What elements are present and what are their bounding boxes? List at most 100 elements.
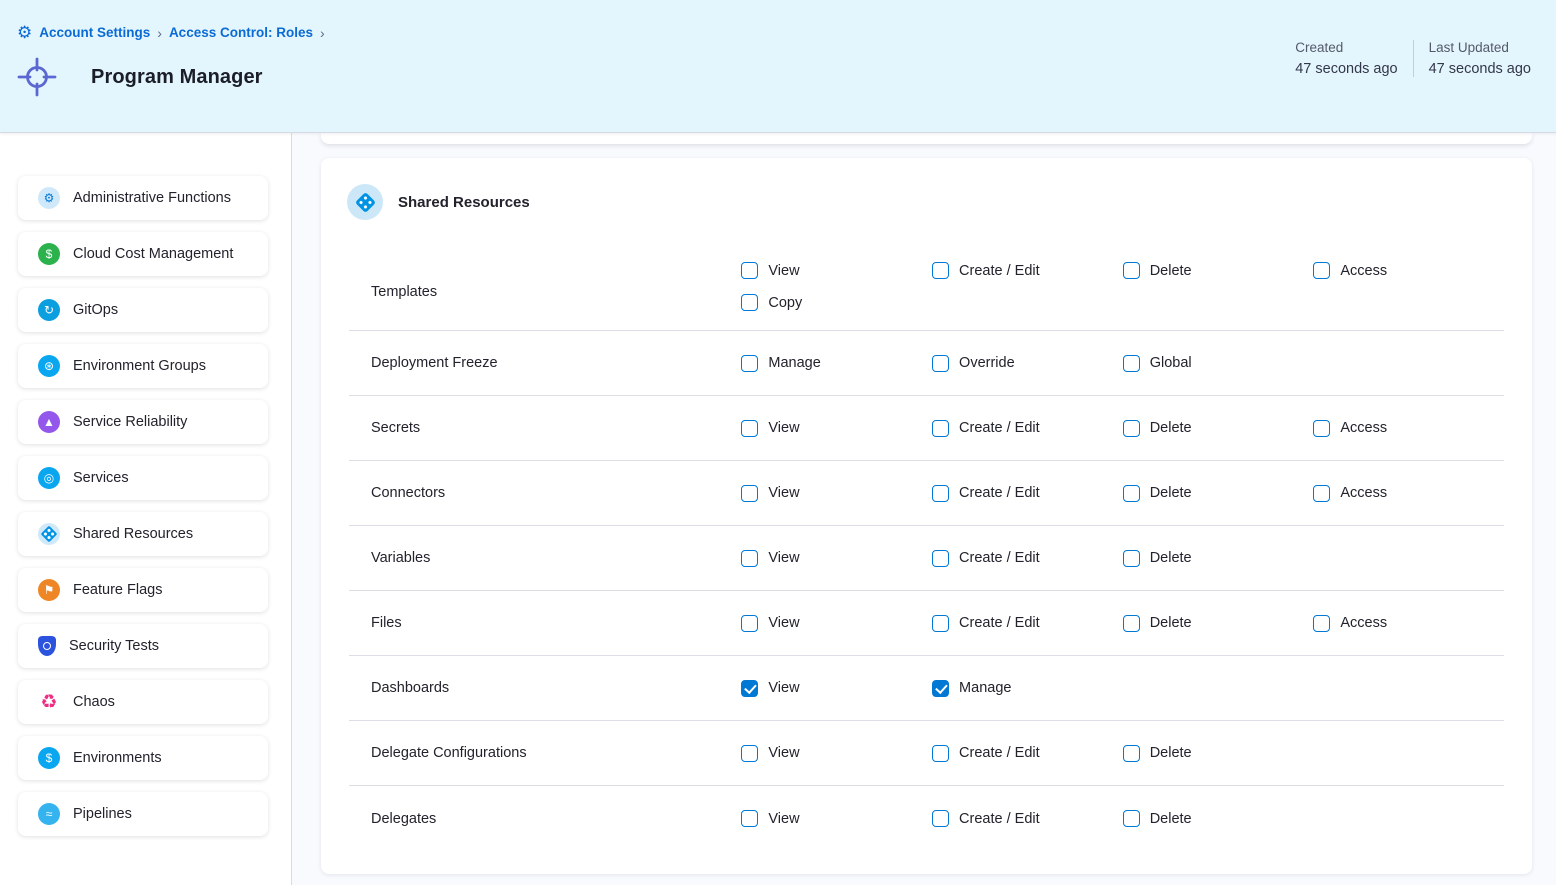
checkbox-templates-create-edit[interactable]: Create / Edit xyxy=(932,262,1040,279)
permission-row-variables: Variables View Create / Edit Delete xyxy=(349,526,1504,591)
checkbox-templates-copy[interactable]: Copy xyxy=(741,294,802,311)
checkbox-dashboards-view[interactable]: View xyxy=(741,680,799,697)
checkbox-icon[interactable] xyxy=(1123,745,1140,762)
checkbox-icon[interactable] xyxy=(1313,485,1330,502)
checkbox-icon[interactable] xyxy=(741,262,758,279)
page-title: Program Manager xyxy=(91,66,263,89)
sidebar-item-cloud-cost-management[interactable]: $ Cloud Cost Management xyxy=(18,232,268,276)
checkbox-icon[interactable] xyxy=(741,745,758,762)
permission-label: Access xyxy=(1340,420,1387,436)
checkbox-icon[interactable] xyxy=(1123,550,1140,567)
permission-cell: Delete xyxy=(1123,810,1314,827)
checkbox-icon[interactable] xyxy=(1123,615,1140,632)
permission-cell: View xyxy=(741,810,932,827)
sidebar-item-service-reliability[interactable]: ▲ Service Reliability xyxy=(18,400,268,444)
checkbox-deployment-freeze-global[interactable]: Global xyxy=(1123,355,1192,372)
checkbox-icon[interactable] xyxy=(741,550,758,567)
page-header: ⚙ Account Settings › Access Control: Rol… xyxy=(0,0,1556,133)
checkbox-icon[interactable] xyxy=(932,810,949,827)
checkbox-delegates-delete[interactable]: Delete xyxy=(1123,810,1192,827)
permission-cell: Override xyxy=(932,355,1123,372)
checkbox-icon[interactable] xyxy=(741,420,758,437)
checkbox-secrets-delete[interactable]: Delete xyxy=(1123,420,1192,437)
checkbox-deployment-freeze-override[interactable]: Override xyxy=(932,355,1015,372)
checkbox-icon[interactable] xyxy=(932,485,949,502)
checkbox-icon[interactable] xyxy=(932,262,949,279)
sidebar-item-environments[interactable]: $ Environments xyxy=(18,736,268,780)
sidebar-item-gitops[interactable]: ↻ GitOps xyxy=(18,288,268,332)
checkbox-connectors-access[interactable]: Access xyxy=(1313,485,1387,502)
checkbox-icon[interactable] xyxy=(1123,355,1140,372)
sidebar-item-feature-flags[interactable]: ⚑ Feature Flags xyxy=(18,568,268,612)
checkbox-connectors-create-edit[interactable]: Create / Edit xyxy=(932,485,1040,502)
checkbox-icon[interactable] xyxy=(1313,615,1330,632)
sidebar-item-environment-groups[interactable]: ⊛ Environment Groups xyxy=(18,344,268,388)
checkbox-connectors-delete[interactable]: Delete xyxy=(1123,485,1192,502)
permission-label: Access xyxy=(1340,615,1387,631)
checkbox-icon[interactable] xyxy=(741,294,758,311)
sidebar-item-label: Administrative Functions xyxy=(73,190,231,206)
checkbox-connectors-view[interactable]: View xyxy=(741,485,799,502)
checkbox-icon[interactable] xyxy=(932,355,949,372)
permission-cell: Delete xyxy=(1123,420,1314,437)
checkbox-dashboards-manage[interactable]: Manage xyxy=(932,680,1011,697)
checkbox-delegate-configurations-create-edit[interactable]: Create / Edit xyxy=(932,745,1040,762)
checkbox-delegate-configurations-view[interactable]: View xyxy=(741,745,799,762)
permission-label: Create / Edit xyxy=(959,615,1040,631)
sidebar-item-chaos[interactable]: ♻ Chaos xyxy=(18,680,268,724)
checkbox-deployment-freeze-manage[interactable]: Manage xyxy=(741,355,820,372)
checkbox-secrets-access[interactable]: Access xyxy=(1313,420,1387,437)
checkbox-templates-access[interactable]: Access xyxy=(1313,262,1387,279)
sidebar-item-security-tests[interactable]: Security Tests xyxy=(18,624,268,668)
sidebar-item-shared-resources[interactable]: Shared Resources xyxy=(18,512,268,556)
breadcrumb-access-control-roles[interactable]: Access Control: Roles xyxy=(169,25,313,40)
checkbox-icon[interactable] xyxy=(741,485,758,502)
checkbox-icon[interactable] xyxy=(1123,262,1140,279)
permission-row-deployment-freeze: Deployment Freeze Manage Override Global xyxy=(349,331,1504,396)
gitops-sync-icon: ↻ xyxy=(38,299,60,321)
checkbox-icon[interactable] xyxy=(1123,420,1140,437)
checkbox-icon[interactable] xyxy=(932,615,949,632)
checkbox-secrets-create-edit[interactable]: Create / Edit xyxy=(932,420,1040,437)
sidebar-item-services[interactable]: ◎ Services xyxy=(18,456,268,500)
checkbox-delegates-create-edit[interactable]: Create / Edit xyxy=(932,810,1040,827)
checkbox-files-create-edit[interactable]: Create / Edit xyxy=(932,615,1040,632)
checkbox-icon[interactable] xyxy=(1313,420,1330,437)
diamond-shape xyxy=(41,526,58,543)
breadcrumb-account-settings[interactable]: Account Settings xyxy=(39,25,150,40)
checkbox-files-access[interactable]: Access xyxy=(1313,615,1387,632)
checkbox-icon[interactable] xyxy=(741,680,758,697)
checkbox-secrets-view[interactable]: View xyxy=(741,420,799,437)
permission-label: View xyxy=(768,420,799,436)
checkbox-icon[interactable] xyxy=(1123,485,1140,502)
checkbox-templates-view[interactable]: View xyxy=(741,262,799,279)
checkbox-variables-delete[interactable]: Delete xyxy=(1123,550,1192,567)
checkbox-icon[interactable] xyxy=(741,615,758,632)
sidebar-item-administrative-functions[interactable]: ⚙ Administrative Functions xyxy=(18,176,268,220)
checkbox-delegates-view[interactable]: View xyxy=(741,810,799,827)
checkbox-icon[interactable] xyxy=(1123,810,1140,827)
shared-resources-card: Shared Resources Templates View Copy Cre… xyxy=(321,158,1532,874)
checkbox-icon[interactable] xyxy=(932,420,949,437)
checkbox-files-view[interactable]: View xyxy=(741,615,799,632)
checkbox-icon[interactable] xyxy=(932,680,949,697)
checkbox-variables-create-edit[interactable]: Create / Edit xyxy=(932,550,1040,567)
permission-label: Manage xyxy=(768,355,820,371)
checkbox-icon[interactable] xyxy=(741,355,758,372)
permission-label: Access xyxy=(1340,263,1387,279)
gear-icon: ⚙ xyxy=(38,187,60,209)
checkbox-icon[interactable] xyxy=(1313,262,1330,279)
checkbox-icon[interactable] xyxy=(932,745,949,762)
checkbox-icon[interactable] xyxy=(932,550,949,567)
checkbox-delegate-configurations-delete[interactable]: Delete xyxy=(1123,745,1192,762)
checkbox-files-delete[interactable]: Delete xyxy=(1123,615,1192,632)
checkbox-icon[interactable] xyxy=(741,810,758,827)
resource-label: Connectors xyxy=(349,485,741,501)
permission-label: View xyxy=(768,745,799,761)
sidebar-item-pipelines[interactable]: ≈ Pipelines xyxy=(18,792,268,836)
sidebar-item-label: Feature Flags xyxy=(73,582,162,598)
checkbox-variables-view[interactable]: View xyxy=(741,550,799,567)
checkbox-templates-delete[interactable]: Delete xyxy=(1123,262,1192,279)
security-shield-icon xyxy=(38,636,56,656)
permission-cell: Create / Edit xyxy=(932,262,1123,279)
